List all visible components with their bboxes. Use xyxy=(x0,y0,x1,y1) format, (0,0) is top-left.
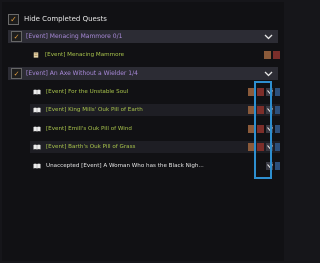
group-title: [Event] An Axe Without a Wielder 1/4 xyxy=(26,70,138,77)
pin-icon[interactable] xyxy=(275,143,280,151)
delete-icon[interactable] xyxy=(257,88,264,96)
quest-row[interactable]: [Event] Barth's Ouk Pill of Grass xyxy=(30,141,280,153)
quest-title: [Event] Emill's Ouk Pill of Wind xyxy=(46,126,132,132)
checkmark-icon: ✓ xyxy=(10,14,17,24)
checkmark-icon: ✓ xyxy=(13,69,20,78)
group-checkbox[interactable]: ✓ xyxy=(11,31,22,42)
edit-icon[interactable] xyxy=(248,143,255,151)
quest-row[interactable]: [Event] For the Unstable Soul xyxy=(30,86,280,98)
book-icon xyxy=(33,144,41,150)
book-icon xyxy=(33,126,41,132)
edit-icon[interactable] xyxy=(248,88,255,96)
quest-scroll-icon xyxy=(33,52,39,58)
quest-row[interactable]: [Event] Menacing Mammore xyxy=(30,49,280,61)
delete-icon[interactable] xyxy=(273,51,280,59)
group-header-menacing-mammore[interactable]: ✓ [Event] Menacing Mammore 0/1 xyxy=(8,30,278,43)
hide-completed-label: Hide Completed Quests xyxy=(24,15,107,23)
delete-icon[interactable] xyxy=(257,106,264,114)
move-down-icon[interactable] xyxy=(266,125,273,133)
quest-title: [Event] King Mills' Ouk Pill of Earth xyxy=(46,107,143,113)
chevron-down-icon[interactable] xyxy=(262,68,274,80)
quest-tracker-panel: ✓ Hide Completed Quests ✓ [Event] Menaci… xyxy=(2,2,284,261)
group-title: [Event] Menacing Mammore 0/1 xyxy=(26,33,123,40)
move-down-icon[interactable] xyxy=(266,143,273,151)
quest-row[interactable]: [Event] King Mills' Ouk Pill of Earth xyxy=(30,104,280,116)
group-checkbox[interactable]: ✓ xyxy=(11,68,22,79)
move-down-icon[interactable] xyxy=(266,88,273,96)
edit-icon[interactable] xyxy=(248,106,255,114)
edit-icon[interactable] xyxy=(264,51,271,59)
book-icon xyxy=(33,163,41,169)
checkmark-icon: ✓ xyxy=(13,32,20,41)
edit-icon[interactable] xyxy=(248,125,255,133)
hide-completed-row[interactable]: ✓ Hide Completed Quests xyxy=(8,12,107,26)
chevron-down-icon[interactable] xyxy=(262,31,274,43)
quest-row[interactable]: [Event] Emill's Ouk Pill of Wind xyxy=(30,123,280,135)
move-down-icon[interactable] xyxy=(266,106,273,114)
move-down-icon[interactable] xyxy=(266,162,273,170)
quest-title: [Event] Menacing Mammore xyxy=(45,52,125,58)
group-header-axe-without-wielder[interactable]: ✓ [Event] An Axe Without a Wielder 1/4 xyxy=(8,67,278,80)
hide-completed-checkbox[interactable]: ✓ xyxy=(8,13,19,25)
delete-icon[interactable] xyxy=(257,125,264,133)
pin-icon[interactable] xyxy=(275,125,280,133)
pin-icon[interactable] xyxy=(275,106,280,114)
book-icon xyxy=(33,107,41,113)
pin-icon[interactable] xyxy=(275,162,280,170)
quest-title: [Event] For the Unstable Soul xyxy=(46,89,129,95)
quest-title: Unaccepted [Event] A Woman Who has the B… xyxy=(46,163,204,169)
quest-row[interactable]: Unaccepted [Event] A Woman Who has the B… xyxy=(30,160,280,172)
pin-icon[interactable] xyxy=(275,88,280,96)
book-icon xyxy=(33,89,41,95)
quest-title: [Event] Barth's Ouk Pill of Grass xyxy=(46,144,136,150)
delete-icon[interactable] xyxy=(257,143,264,151)
